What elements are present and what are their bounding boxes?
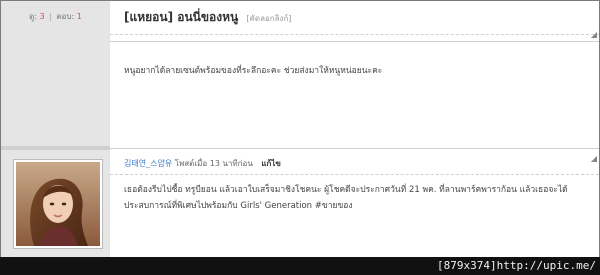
reply-body-line: เธอต้องรีบไปซื้อ ทรูบียอน แล้วเอาใบเสร็จ…: [124, 185, 568, 195]
replies-count: 1: [76, 12, 82, 21]
avatar-frame[interactable]: [13, 159, 103, 249]
reply-body-line: ประสบการณ์ที่พิเศษไปพร้อมกับ Girls' Gene…: [124, 201, 353, 211]
views-count: 3: [39, 12, 45, 21]
views-label: ดู: [29, 12, 35, 21]
watermark-text[interactable]: [879x374]http://upic.me/: [437, 259, 596, 272]
reply-meta: 김태연_스얍유 โพสต์เมื่อ 13 นาทีก่อน แก้ไข: [124, 157, 281, 170]
reply-timestamp: โพสต์เมื่อ 13 นาทีก่อน: [174, 159, 253, 168]
stats-divider: |: [49, 12, 52, 21]
reply-divider: [110, 148, 599, 149]
copy-link[interactable]: [คัดลอกลิงก์]: [246, 14, 291, 23]
sidebar-divider: [1, 146, 110, 150]
corner-arrow-icon: ◢: [590, 154, 597, 163]
thread-main: [แหยอน] อนนี่ของหนู [คัดลอกลิงก์] ◢ หนูอ…: [110, 1, 599, 274]
sidebar: ดู: 3 | ตอบ: 1: [1, 1, 110, 274]
avatar: [16, 162, 100, 246]
thread-title-text: [แหยอน] อนนี่ของหนู: [124, 10, 239, 24]
title-divider: [110, 34, 599, 35]
replies-label: ตอบ: [56, 12, 72, 21]
reply-body: เธอต้องรีบไปซื้อ ทรูบียอน แล้วเอาใบเสร็จ…: [124, 182, 599, 214]
edit-link[interactable]: แก้ไข: [261, 159, 281, 168]
reply-author[interactable]: 김태연_스얍유: [124, 159, 172, 168]
thread-stats: ดู: 3 | ตอบ: 1: [29, 12, 82, 21]
forum-thread-frame: ดู: 3 | ตอบ: 1 [แหยอน] อนนี่ของหนู [คัดล…: [0, 0, 600, 275]
thread-body: หนูอยากได้ลายเซนต์พร้อมของที่ระลึกอะคะ ช…: [124, 66, 383, 76]
header-divider: [110, 41, 599, 42]
corner-arrow-icon: ◢: [590, 30, 597, 39]
image-host-watermark-bar: [879x374]http://upic.me/: [0, 257, 600, 275]
reply-meta-divider: [110, 174, 599, 175]
thread-title: [แหยอน] อนนี่ของหนู [คัดลอกลิงก์]: [124, 8, 291, 27]
